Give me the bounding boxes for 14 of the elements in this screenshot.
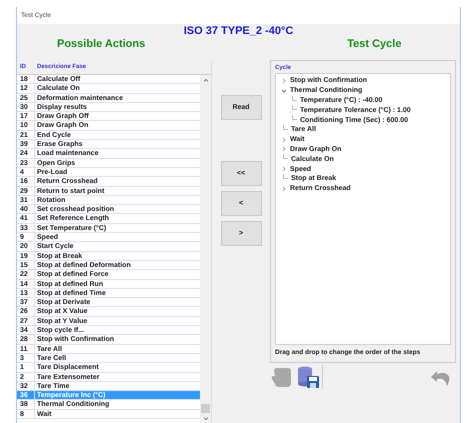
expand-icon[interactable] bbox=[281, 78, 287, 84]
test-title: ISO 37 TYPE_2 -40°C bbox=[184, 25, 294, 37]
expand-icon[interactable] bbox=[281, 166, 287, 172]
expand-icon[interactable] bbox=[281, 146, 287, 152]
section-heading: Test Cycle bbox=[347, 37, 402, 51]
expand-icon[interactable] bbox=[281, 136, 287, 143]
collapse-icon[interactable] bbox=[281, 88, 287, 94]
scroll-up-icon[interactable] bbox=[202, 78, 208, 82]
scroll-thumb[interactable] bbox=[201, 404, 210, 413]
expand-icon[interactable] bbox=[281, 186, 287, 192]
scrollbar[interactable] bbox=[200, 75, 211, 423]
scroll-down-icon[interactable] bbox=[202, 417, 208, 421]
section-heading: Possible Actions bbox=[57, 37, 146, 51]
database-save-icon[interactable] bbox=[296, 365, 320, 389]
